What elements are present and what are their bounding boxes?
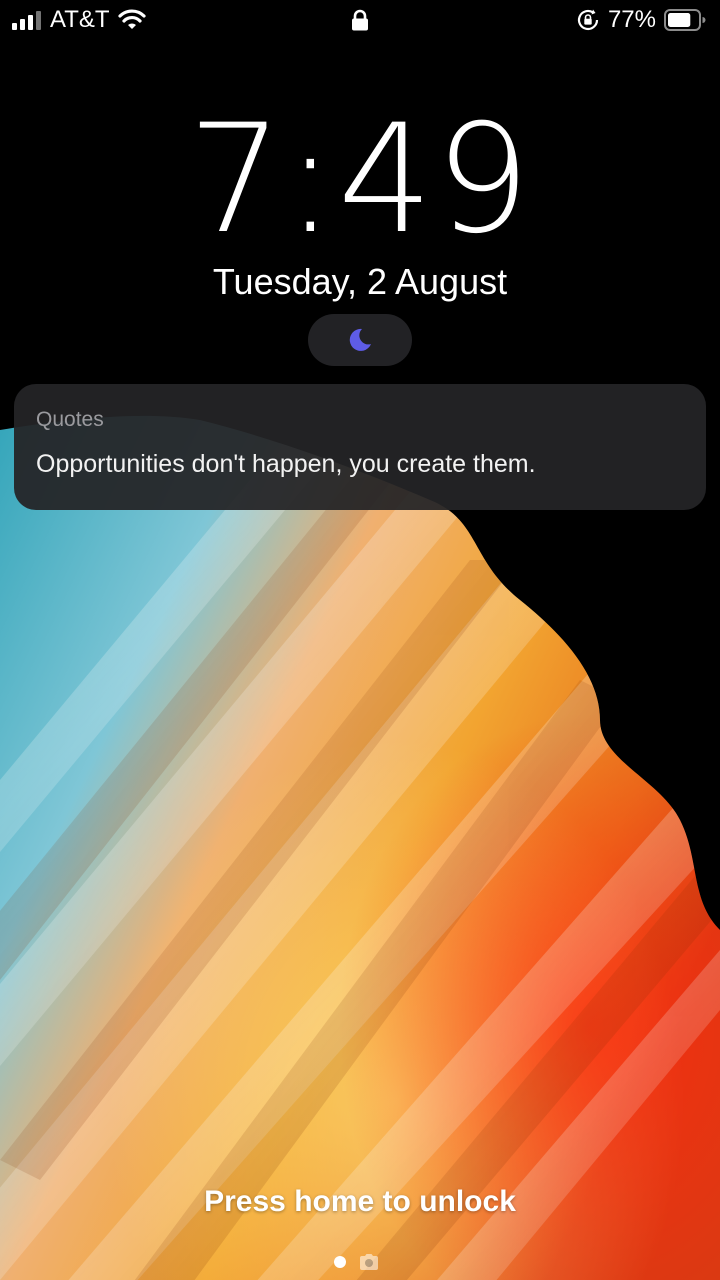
lock-icon [352, 9, 368, 31]
lock-screen: AT&T 77% 7:49 Tuesday, 2 August Quotes O… [0, 0, 720, 1280]
unlock-hint: Press home to unlock [204, 1185, 516, 1218]
lock-clock: 7:49 [187, 93, 533, 267]
lock-date: Tuesday, 2 August [212, 261, 508, 302]
battery-icon [664, 9, 706, 31]
battery-percentage: 77% [607, 6, 656, 33]
notification-card[interactable]: Quotes Opportunities don't happen, you c… [14, 384, 706, 510]
status-bar: AT&T 77% [0, 0, 720, 40]
wifi-icon [117, 9, 146, 29]
notification-body: Opportunities don't happen, you create t… [36, 450, 536, 478]
focus-mode-indicator[interactable] [308, 314, 412, 366]
page-indicator [334, 1252, 380, 1272]
cellular-signal-icon [12, 11, 41, 30]
moon-icon [349, 328, 371, 351]
status-right: 77% [576, 6, 706, 34]
page-dot [334, 1256, 346, 1268]
camera-icon[interactable] [358, 1253, 380, 1271]
notification-app-name: Quotes [36, 408, 104, 431]
status-left: AT&T [12, 6, 146, 34]
rotation-lock-icon [577, 9, 599, 31]
carrier-label: AT&T [50, 6, 110, 33]
